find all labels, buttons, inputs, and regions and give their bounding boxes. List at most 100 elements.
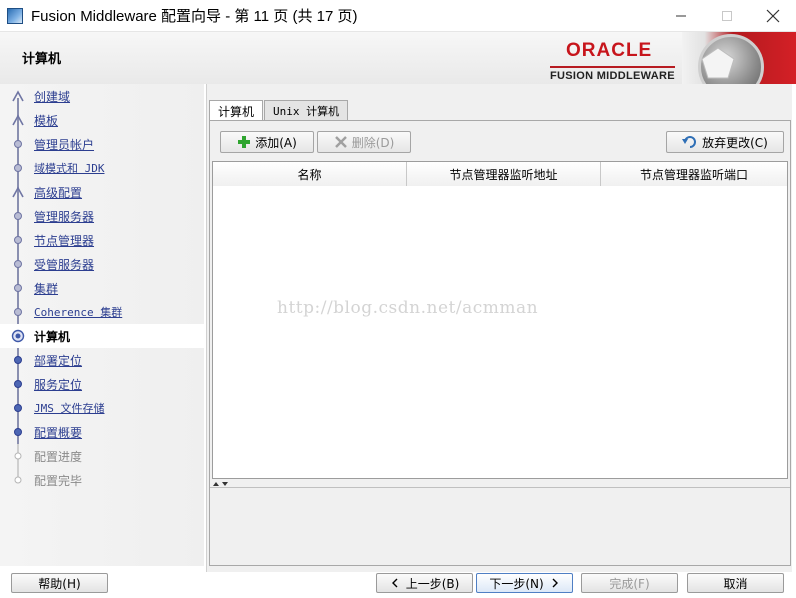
nav-step-label: 配置进度 xyxy=(34,449,83,464)
step-dot-icon xyxy=(11,305,25,319)
step-todo-icon xyxy=(11,401,25,415)
step-todo-icon xyxy=(11,377,25,391)
pentagon-icon xyxy=(701,47,735,79)
finish-button: 完成(F) xyxy=(581,573,678,593)
column-header-name[interactable]: 名称 xyxy=(213,162,407,186)
details-pane xyxy=(210,487,790,565)
nav-step-label: JMS 文件存储 xyxy=(34,402,105,415)
nav-step-jms-file-stores[interactable]: JMS 文件存储 xyxy=(0,396,204,420)
close-button[interactable] xyxy=(750,0,796,32)
table-header: 名称 节点管理器监听地址 节点管理器监听端口 xyxy=(213,162,787,186)
window-title: Fusion Middleware 配置向导 - 第 11 页 (共 17 页) xyxy=(31,8,358,25)
wizard-steps-sidebar: 创建域 模板 管理员帐户 域模式和 JDK 高级配置 管理服务器 节点管理器 受… xyxy=(0,84,204,566)
add-button-label: 添加(A) xyxy=(255,135,297,150)
close-icon xyxy=(766,9,780,23)
nav-step-coherence-clusters[interactable]: Coherence 集群 xyxy=(0,300,204,324)
nav-step-admin-server[interactable]: 管理服务器 xyxy=(0,204,204,228)
step-dot-icon xyxy=(11,257,25,271)
nav-step-config-complete: 配置完毕 xyxy=(0,468,204,492)
step-disabled-icon xyxy=(11,473,25,487)
minimize-icon xyxy=(676,15,686,17)
nav-step-templates[interactable]: 模板 xyxy=(0,108,204,132)
nav-step-label: 配置完毕 xyxy=(34,473,83,488)
revert-button-label: 放弃更改(C) xyxy=(702,135,768,150)
nav-step-label: 部署定位 xyxy=(34,353,83,368)
machines-table: 名称 节点管理器监听地址 节点管理器监听端口 http://blog.csdn.… xyxy=(212,161,788,479)
oracle-logo: ORACLE xyxy=(566,40,653,61)
step-dot-icon xyxy=(11,137,25,151)
nav-step-label: 节点管理器 xyxy=(34,233,95,248)
nav-step-label: 受管服务器 xyxy=(34,257,95,272)
tab-unix-machines[interactable]: Unix 计算机 xyxy=(264,100,349,120)
delete-button-label: 删除(D) xyxy=(351,135,395,150)
nav-step-domain-mode-jdk[interactable]: 域模式和 JDK xyxy=(0,156,204,180)
step-done-icon xyxy=(11,185,25,199)
maximize-button xyxy=(704,0,750,32)
nav-step-create-domain[interactable]: 创建域 xyxy=(0,84,204,108)
back-button-label: 上一步(B) xyxy=(405,576,460,591)
column-header-listen-address[interactable]: 节点管理器监听地址 xyxy=(407,162,601,186)
plus-icon xyxy=(237,135,251,149)
next-button[interactable]: 下一步(N) xyxy=(476,573,573,593)
tab-content: 添加(A) 删除(D) 放弃更改(C) 名称 节点管理器监听地址 节点管理器监听… xyxy=(209,120,791,566)
window-controls xyxy=(658,0,796,32)
help-button-label: 帮助(H) xyxy=(38,576,81,591)
nav-step-label: 高级配置 xyxy=(34,185,83,200)
column-header-listen-port[interactable]: 节点管理器监听端口 xyxy=(601,162,787,186)
nav-step-advanced-config[interactable]: 高级配置 xyxy=(0,180,204,204)
minimize-button[interactable] xyxy=(658,0,704,32)
nav-step-label: 集群 xyxy=(34,281,59,296)
tab-bar: 计算机 Unix 计算机 xyxy=(209,100,349,121)
help-button[interactable]: 帮助(H) xyxy=(11,573,108,593)
nav-step-clusters[interactable]: 集群 xyxy=(0,276,204,300)
back-button[interactable]: 上一步(B) xyxy=(376,573,473,593)
step-dot-icon xyxy=(11,161,25,175)
nav-step-label: Coherence 集群 xyxy=(34,306,123,319)
step-todo-icon xyxy=(11,425,25,439)
step-dot-icon xyxy=(11,281,25,295)
nav-step-admin-account[interactable]: 管理员帐户 xyxy=(0,132,204,156)
cancel-button-label: 取消 xyxy=(723,576,748,591)
nav-step-machines[interactable]: 计算机 xyxy=(0,324,204,348)
delete-button: 删除(D) xyxy=(317,131,411,153)
add-button[interactable]: 添加(A) xyxy=(220,131,314,153)
tab-machines[interactable]: 计算机 xyxy=(209,100,264,121)
nav-step-label: 服务定位 xyxy=(34,377,83,392)
finish-button-label: 完成(F) xyxy=(609,576,650,591)
step-current-icon xyxy=(11,329,25,343)
revert-changes-button[interactable]: 放弃更改(C) xyxy=(666,131,784,153)
nav-step-label: 创建域 xyxy=(34,89,71,104)
maximize-icon xyxy=(722,11,732,21)
next-button-label: 下一步(N) xyxy=(489,576,544,591)
nav-step-config-summary[interactable]: 配置概要 xyxy=(0,420,204,444)
nav-step-service-targeting[interactable]: 服务定位 xyxy=(0,372,204,396)
step-todo-icon xyxy=(11,353,25,367)
cancel-button[interactable]: 取消 xyxy=(687,573,784,593)
undo-icon xyxy=(682,135,698,149)
nav-step-label: 计算机 xyxy=(34,329,71,344)
step-disabled-icon xyxy=(11,449,25,463)
chevron-left-icon xyxy=(391,578,398,588)
step-done-icon xyxy=(11,113,25,127)
step-dot-icon xyxy=(11,233,25,247)
nav-step-node-manager[interactable]: 节点管理器 xyxy=(0,228,204,252)
chevron-right-icon xyxy=(552,578,558,588)
app-icon xyxy=(7,7,23,24)
nav-step-label: 管理服务器 xyxy=(34,209,95,224)
oracle-subtitle: FUSION MIDDLEWARE xyxy=(550,66,675,82)
step-dot-icon xyxy=(11,209,25,223)
step-done-icon xyxy=(11,89,25,103)
nav-step-label: 管理员帐户 xyxy=(34,137,95,152)
nav-step-label: 域模式和 JDK xyxy=(34,162,105,175)
page-title: 计算机 xyxy=(22,52,62,67)
nav-step-label: 配置概要 xyxy=(34,425,83,440)
nav-step-label: 模板 xyxy=(34,113,59,128)
watermark-text: http://blog.csdn.net/acmman xyxy=(277,298,539,318)
delete-x-icon xyxy=(334,135,348,149)
main-panel: 计算机 Unix 计算机 添加(A) 删除(D) 放弃更改(C) 名称 节点管理… xyxy=(206,84,792,572)
nav-step-deployment-targeting[interactable]: 部署定位 xyxy=(0,348,204,372)
fusion-emblem xyxy=(682,32,796,84)
nav-step-managed-servers[interactable]: 受管服务器 xyxy=(0,252,204,276)
window-title-bar: Fusion Middleware 配置向导 - 第 11 页 (共 17 页) xyxy=(0,0,796,32)
wizard-header: 计算机 ORACLE FUSION MIDDLEWARE xyxy=(0,32,796,84)
